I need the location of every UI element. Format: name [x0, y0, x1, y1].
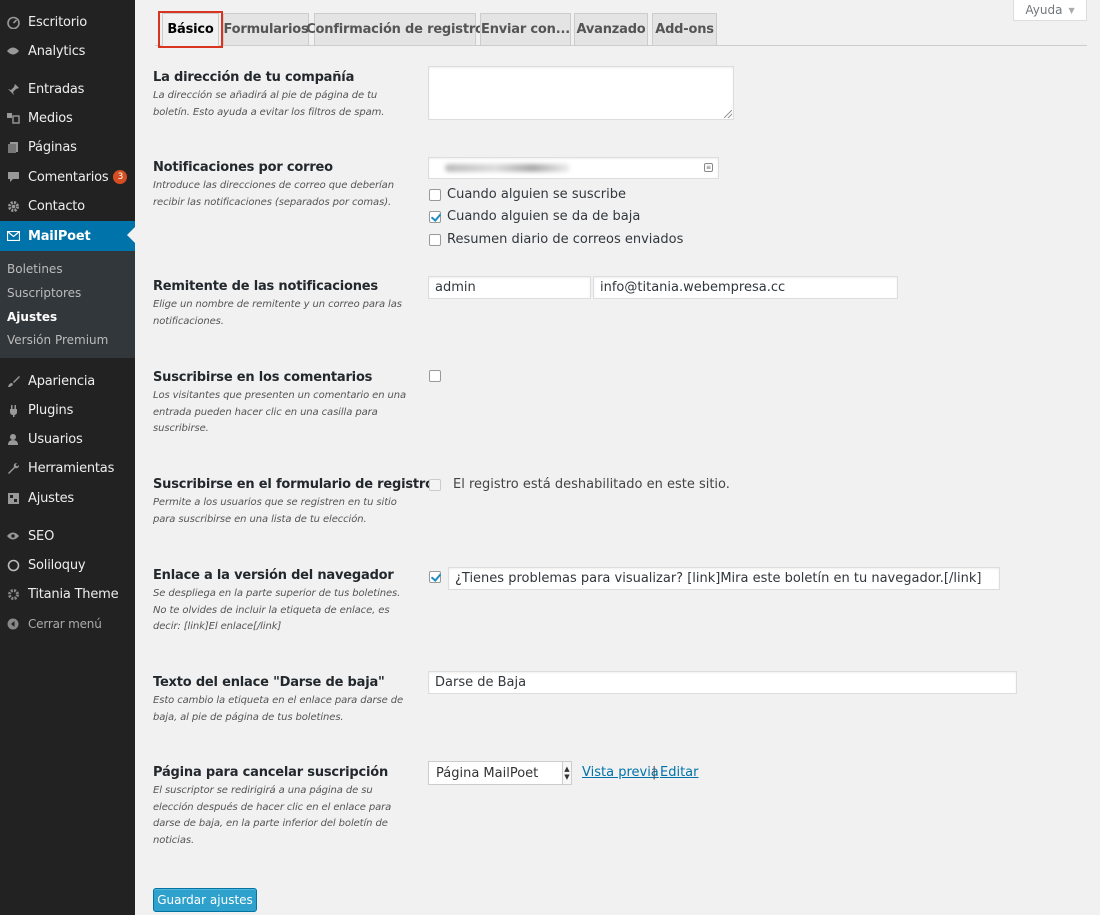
submenu-item-boletines[interactable]: Boletines	[7, 262, 63, 276]
wrench-icon	[6, 461, 20, 475]
sender-label: Remitente de las notificaciones	[153, 279, 378, 294]
comments-subscribe-description: Los visitantes que presenten un comentar…	[153, 390, 407, 434]
sidebar-item-mailpoet[interactable]: MailPoet	[0, 221, 135, 251]
analytics-icon	[6, 44, 20, 58]
tab-confirmacion-registro[interactable]: Confirmación de registro	[306, 13, 484, 46]
submenu-item-ajustes[interactable]: Ajustes	[7, 310, 57, 324]
company-address-label: La dirección de tu compañía	[153, 70, 355, 85]
seo-icon	[6, 529, 20, 543]
sidebar-item-titania-theme[interactable]: Titania Theme	[0, 580, 135, 608]
sidebar-item-ajustes[interactable]: Ajustes	[0, 484, 135, 512]
settings-icon	[6, 491, 20, 505]
sidebar-item-contacto[interactable]: Contacto	[0, 192, 135, 220]
unsubscribe-page-description: El suscriptor se redirigirá a una página…	[153, 785, 392, 846]
unsubscribe-page-select[interactable]: Página MailPoet ▲ ▼	[428, 761, 572, 785]
tab-formularios[interactable]: Formularios	[223, 13, 309, 46]
option-unsubscribe[interactable]: Cuando alguien se da de baja	[429, 209, 640, 224]
address-book-icon: ≡	[704, 163, 713, 172]
edit-link[interactable]: Editar	[660, 765, 699, 780]
daily-summary-checkbox[interactable]	[429, 233, 441, 246]
collapse-menu-button[interactable]: Cerrar menú	[0, 610, 135, 638]
help-tab[interactable]: Ayuda ▼	[1013, 0, 1087, 21]
notifications-description: Introduce las direcciones de correo que …	[153, 180, 394, 208]
user-icon	[6, 432, 20, 446]
help-label: Ayuda	[1025, 3, 1063, 17]
theme-gear-icon	[6, 587, 20, 601]
comments-subscribe-label: Suscribirse en los comentarios	[153, 370, 373, 385]
link-separator: |	[652, 765, 657, 780]
comments-subscribe-option[interactable]	[429, 370, 441, 382]
unsubscribe-page-label: Página para cancelar suscripción	[153, 765, 389, 780]
unsubscribe-text-input[interactable]: Darse de Baja	[428, 671, 1017, 694]
tab-basico[interactable]: Básico	[162, 13, 219, 46]
redacted-email	[445, 164, 570, 172]
comments-subscribe-checkbox[interactable]	[429, 370, 441, 382]
tab-add-ons[interactable]: Add-ons	[652, 13, 717, 46]
sender-email-input[interactable]: info@titania.webempresa.cc	[593, 276, 898, 299]
brush-icon	[6, 374, 20, 388]
sidebar-item-escritorio[interactable]: Escritorio	[0, 8, 135, 36]
sidebar-item-plugins[interactable]: Plugins	[0, 396, 135, 424]
unsubscribe-checkbox[interactable]	[429, 210, 441, 223]
sender-name-input[interactable]: admin	[428, 276, 591, 299]
sidebar-item-soliloquy[interactable]: Soliloquy	[0, 551, 135, 579]
admin-sidebar: Escritorio Analytics Entradas Medios Pág…	[0, 0, 135, 915]
submenu-item-suscriptores[interactable]: Suscriptores	[7, 286, 81, 300]
sidebar-item-herramientas[interactable]: Herramientas	[0, 454, 135, 482]
browser-link-text-input[interactable]: ¿Tienes problemas para visualizar? [link…	[448, 567, 1000, 590]
sidebar-item-medios[interactable]: Medios	[0, 104, 135, 132]
browser-link-description: Se despliega en la parte superior de tus…	[153, 588, 401, 632]
company-address-textarea[interactable]	[428, 66, 734, 120]
sidebar-item-paginas[interactable]: Páginas	[0, 133, 135, 161]
mailpoet-submenu: Boletines Suscriptores Ajustes Versión P…	[0, 251, 135, 358]
browser-link-checkbox[interactable]	[429, 571, 441, 583]
gear-icon	[6, 199, 20, 213]
sidebar-item-apariencia[interactable]: Apariencia	[0, 367, 135, 395]
pages-icon	[6, 140, 20, 154]
notifications-label: Notificaciones por correo	[153, 160, 333, 175]
pin-icon	[6, 82, 20, 96]
slider-icon	[6, 558, 20, 572]
save-settings-button[interactable]: Guardar ajustes	[153, 888, 257, 912]
submenu-item-version-premium[interactable]: Versión Premium	[7, 333, 108, 347]
sidebar-item-seo[interactable]: SEO	[0, 522, 135, 550]
select-arrow-icon: ▲ ▼	[562, 762, 571, 784]
notification-emails-input[interactable]: ≡	[428, 157, 719, 179]
sidebar-item-usuarios[interactable]: Usuarios	[0, 425, 135, 453]
unsubscribe-page-selected: Página MailPoet	[436, 765, 539, 781]
chevron-down-icon: ▼	[1068, 5, 1075, 15]
registration-subscribe-checkbox	[429, 478, 441, 491]
browser-link-option[interactable]	[429, 571, 441, 583]
resize-handle-icon[interactable]	[724, 110, 732, 118]
registration-subscribe-description: Permite a los usuarios que se registren …	[153, 497, 397, 525]
sidebar-item-entradas[interactable]: Entradas	[0, 75, 135, 103]
mail-icon	[6, 229, 20, 243]
registration-subscribe-label: Suscribirse en el formulario de registro	[153, 477, 434, 492]
sidebar-item-comentarios[interactable]: Comentarios 3	[0, 163, 135, 191]
registration-disabled-note: El registro está deshabilitado en este s…	[453, 477, 730, 492]
comments-icon	[6, 170, 20, 184]
plugin-icon	[6, 403, 20, 417]
tab-enviar-con[interactable]: Enviar con...	[480, 13, 571, 46]
sender-description: Elige un nombre de remitente y un correo…	[153, 299, 402, 327]
subscribe-checkbox[interactable]	[429, 188, 441, 201]
preview-link[interactable]: Vista previa	[582, 765, 659, 780]
company-address-description: La dirección se añadirá al pie de página…	[153, 90, 385, 118]
sidebar-item-analytics[interactable]: Analytics	[0, 37, 135, 65]
unsubscribe-text-label: Texto del enlace "Darse de baja"	[153, 675, 385, 690]
registration-subscribe-option: El registro está deshabilitado en este s…	[429, 477, 730, 492]
comment-count-badge: 3	[113, 170, 128, 184]
tab-avanzado[interactable]: Avanzado	[574, 13, 648, 46]
browser-link-label: Enlace a la versión del navegador	[153, 568, 394, 583]
unsubscribe-text-description: Esto cambio la etiqueta en el enlace par…	[153, 695, 404, 723]
media-icon	[6, 111, 20, 125]
dashboard-icon	[6, 15, 20, 29]
option-daily-summary[interactable]: Resumen diario de correos enviados	[429, 232, 683, 247]
option-subscribe[interactable]: Cuando alguien se suscribe	[429, 187, 626, 202]
collapse-arrow-icon	[6, 617, 20, 631]
